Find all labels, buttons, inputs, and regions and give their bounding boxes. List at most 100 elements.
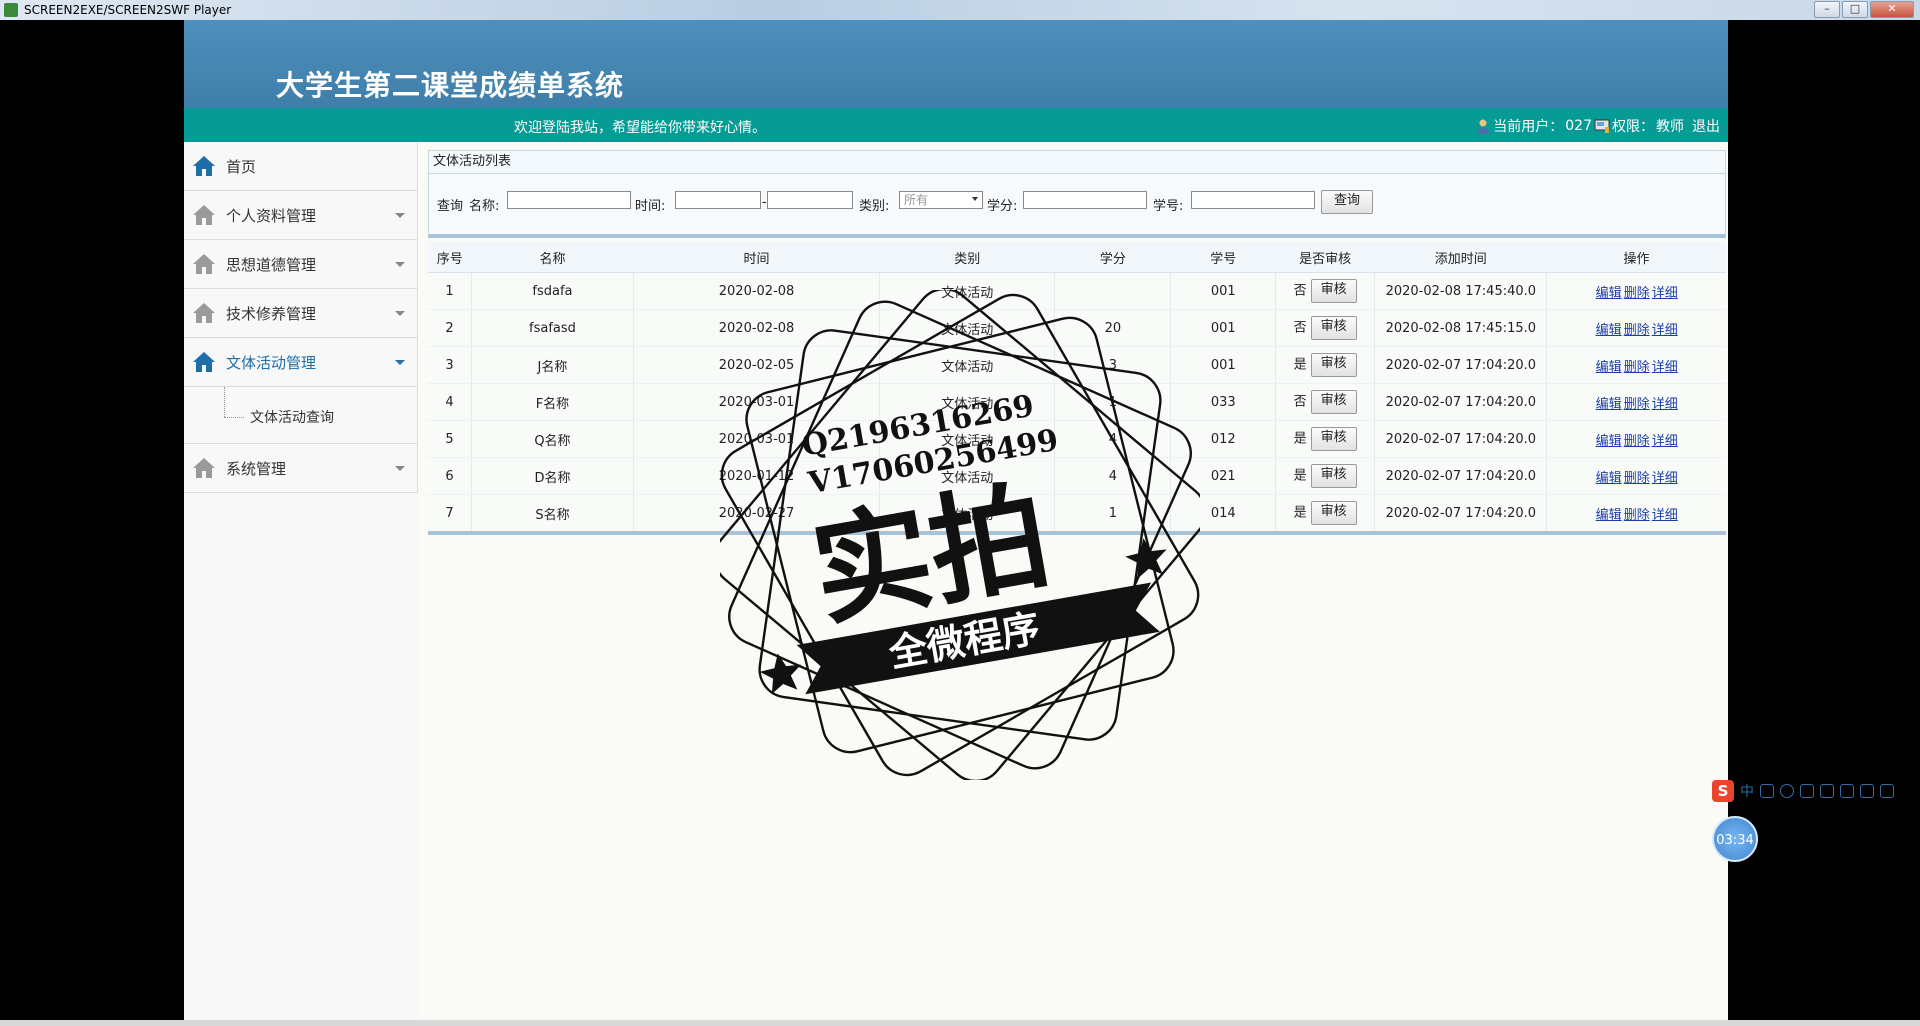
cell-actions: 编辑 删除 详细	[1546, 346, 1726, 384]
audit-button[interactable]: 审核	[1310, 353, 1357, 377]
ime-logo[interactable]: S	[1712, 780, 1734, 802]
credit-input[interactable]	[1023, 191, 1147, 209]
tools-icon[interactable]	[1840, 784, 1854, 798]
detail-link[interactable]: 详细	[1652, 360, 1678, 375]
sidebar-item-label: 技术修养管理	[226, 304, 317, 323]
keyboard-icon[interactable]	[1820, 784, 1834, 798]
col-header-no: 序号	[428, 242, 472, 273]
cell-time: 2020-02-27	[633, 494, 881, 534]
table-row: 6 D名称 2020-01-12 文体活动 4 021 是审核 2020-02-07 17:0…	[428, 457, 1726, 495]
edit-link[interactable]: 编辑	[1596, 434, 1622, 449]
cell-student-no: 001	[1170, 309, 1277, 347]
detail-link[interactable]: 详细	[1652, 508, 1678, 523]
delete-link[interactable]: 删除	[1624, 508, 1650, 523]
emoji-icon[interactable]	[1780, 784, 1794, 798]
delete-link[interactable]: 删除	[1624, 360, 1650, 375]
detail-link[interactable]: 详细	[1652, 434, 1678, 449]
cell-time: 2020-02-08	[633, 272, 881, 310]
audit-button[interactable]: 审核	[1310, 501, 1357, 525]
logout-link[interactable]: 退出	[1692, 116, 1720, 136]
detail-link[interactable]: 详细	[1652, 323, 1678, 338]
app-window: 大学生第二课堂成绩单系统 欢迎登陆我站，希望能给你带来好心情。 当前用户： 02…	[184, 20, 1728, 1024]
sidebar-subitem-activity-query[interactable]: 文体活动查询	[250, 407, 334, 427]
delete-link[interactable]: 删除	[1624, 286, 1650, 301]
recording-timer[interactable]: 03:34	[1712, 816, 1758, 862]
table-row: 7 S名称 2020-02-27 文体活动 1 014 是审核 2020-02-07 17:0…	[428, 494, 1726, 534]
detail-link[interactable]: 详细	[1652, 286, 1678, 301]
system-title: 大学生第二课堂成绩单系统	[276, 69, 625, 102]
delete-link[interactable]: 删除	[1624, 397, 1650, 412]
search-bar: 查询 名称: 时间: - 类别: 所有 学分: 学号: 查询	[428, 173, 1726, 238]
site-header: 大学生第二课堂成绩单系统	[184, 20, 1728, 108]
maximize-icon[interactable]: □	[1842, 1, 1868, 18]
cell-no: 3	[428, 346, 472, 384]
sidebar-item-label: 系统管理	[226, 459, 287, 478]
cell-actions: 编辑 删除 详细	[1546, 383, 1726, 421]
audit-button[interactable]: 审核	[1310, 427, 1357, 451]
col-header-name: 名称	[471, 242, 634, 273]
cell-added-time: 2020-02-07 17:04:20.0	[1374, 346, 1548, 384]
table-header-row: 序号 名称 时间 类别 学分 学号 是否审核 添加时间 操作	[428, 242, 1726, 273]
role: 教师	[1656, 119, 1684, 135]
grid-icon[interactable]	[1880, 784, 1894, 798]
audit-button[interactable]: 审核	[1310, 279, 1357, 303]
cell-no: 4	[428, 383, 472, 421]
col-header-audited: 是否审核	[1275, 242, 1375, 273]
audit-button[interactable]: 审核	[1310, 316, 1357, 340]
student-no-input[interactable]	[1191, 191, 1315, 209]
audited-value: 是	[1293, 357, 1307, 373]
home-icon	[193, 254, 215, 274]
edit-link[interactable]: 编辑	[1596, 508, 1622, 523]
table-row: 4 F名称 2020-03-01 文体活动 1 033 否审核 2020-02-07 17:0…	[428, 383, 1726, 421]
cell-actions: 编辑 删除 详细	[1546, 272, 1726, 310]
sidebar-item-moral[interactable]: 思想道德管理	[184, 240, 418, 289]
sidebar-item-skills[interactable]: 技术修养管理	[184, 289, 418, 338]
panel-title: 文体活动列表	[428, 150, 1726, 173]
cell-no: 2	[428, 309, 472, 347]
delete-link[interactable]: 删除	[1624, 434, 1650, 449]
microphone-icon[interactable]	[1800, 784, 1814, 798]
name-input[interactable]	[507, 191, 631, 209]
minimize-icon[interactable]: –	[1814, 1, 1840, 18]
edit-link[interactable]: 编辑	[1596, 286, 1622, 301]
detail-link[interactable]: 详细	[1652, 397, 1678, 412]
sidebar-item-profile[interactable]: 个人资料管理	[184, 191, 418, 240]
cell-no: 7	[428, 494, 472, 534]
audited-value: 是	[1293, 468, 1307, 484]
cell-actions: 编辑 删除 详细	[1546, 420, 1726, 458]
detail-link[interactable]: 详细	[1652, 471, 1678, 486]
chevron-down-icon	[395, 466, 405, 471]
cell-type: 文体活动	[879, 309, 1056, 347]
edit-link[interactable]: 编辑	[1596, 471, 1622, 486]
cell-student-no: 021	[1170, 457, 1277, 495]
current-user-label: 当前用户：	[1493, 119, 1564, 135]
type-select[interactable]: 所有	[899, 191, 983, 209]
table-row: 3 J名称 2020-02-05 文体活动 3 001 是审核 2020-02-07 17:0…	[428, 346, 1726, 384]
activity-table: 序号 名称 时间 类别 学分 学号 是否审核 添加时间 操作 1 fsdafa 20…	[428, 242, 1726, 535]
sidebar-item-system[interactable]: 系统管理	[184, 444, 418, 493]
punctuation-icon[interactable]	[1760, 784, 1774, 798]
time-end-input[interactable]	[767, 191, 853, 209]
delete-link[interactable]: 删除	[1624, 323, 1650, 338]
window-titlebar: SCREEN2EXE/SCREEN2SWF Player – □ ✕	[0, 0, 1920, 20]
home-icon	[193, 205, 215, 225]
edit-link[interactable]: 编辑	[1596, 323, 1622, 338]
skin-icon[interactable]	[1860, 784, 1874, 798]
ime-mode[interactable]: 中	[1740, 781, 1754, 801]
table-row: 5 Q名称 2020-03-01 文体活动 4 012 是审核 2020-02-07 17:0…	[428, 420, 1726, 458]
audit-button[interactable]: 审核	[1310, 390, 1357, 414]
edit-link[interactable]: 编辑	[1596, 397, 1622, 412]
audit-button[interactable]: 审核	[1310, 464, 1357, 488]
delete-link[interactable]: 删除	[1624, 471, 1650, 486]
time-start-input[interactable]	[675, 191, 761, 209]
permission-icon	[1594, 119, 1610, 133]
cell-added-time: 2020-02-08 17:45:15.0	[1374, 309, 1548, 347]
col-header-type: 类别	[879, 242, 1055, 273]
cell-audited: 否审核	[1275, 383, 1376, 421]
sidebar-item-home[interactable]: 首页	[184, 142, 418, 191]
close-icon[interactable]: ✕	[1870, 1, 1914, 18]
edit-link[interactable]: 编辑	[1596, 360, 1622, 375]
search-button[interactable]: 查询	[1321, 190, 1373, 214]
sidebar-item-activities[interactable]: 文体活动管理	[184, 338, 418, 387]
type-label: 类别:	[859, 199, 890, 214]
